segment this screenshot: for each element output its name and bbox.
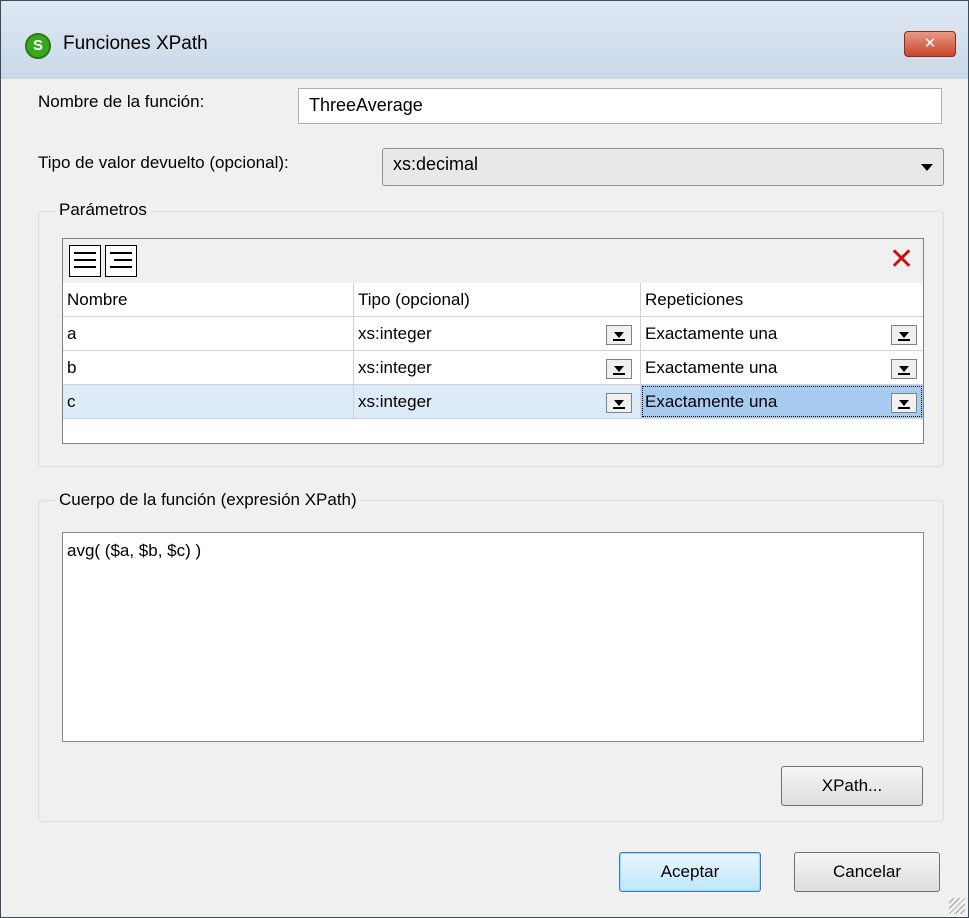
xpath-expression-textarea[interactable]: avg( ($a, $b, $c) ) (62, 532, 924, 742)
parameters-legend: Parámetros (56, 200, 150, 220)
param-type-value: xs:integer (358, 358, 432, 377)
insert-row-icon[interactable] (105, 245, 137, 277)
dropdown-arrow-icon[interactable] (891, 359, 917, 379)
grid-header: Nombre Tipo (opcional) Repeticiones (63, 283, 923, 317)
table-row-selected[interactable]: c xs:integer Exactamente una (63, 385, 923, 419)
param-repetitions-cell[interactable]: Exactamente una (641, 317, 923, 350)
column-header-type: Tipo (opcional) (354, 283, 641, 316)
return-type-value: xs:decimal (393, 154, 479, 174)
function-name-input[interactable]: ThreeAverage (298, 88, 942, 124)
dropdown-arrow-icon[interactable] (606, 393, 632, 413)
ok-button[interactable]: Aceptar (619, 852, 761, 892)
param-repetitions-cell[interactable]: Exactamente una (641, 385, 923, 418)
xpath-builder-button[interactable]: XPath... (781, 766, 923, 806)
table-row[interactable]: a xs:integer Exactamente una (63, 317, 923, 351)
param-type-cell[interactable]: xs:integer (354, 351, 641, 384)
param-name-cell[interactable]: c (63, 385, 354, 418)
param-name-cell[interactable]: b (63, 351, 354, 384)
function-name-label: Nombre de la función: (38, 92, 205, 111)
cancel-button[interactable]: Cancelar (794, 852, 940, 892)
column-header-name: Nombre (63, 283, 354, 316)
param-name-cell[interactable]: a (63, 317, 354, 350)
column-header-repetitions: Repeticiones (645, 290, 744, 309)
return-type-label: Tipo de valor devuelto (opcional): (38, 153, 289, 172)
grid-toolbar: ✕ (63, 239, 923, 284)
param-repetitions-value: Exactamente una (645, 358, 778, 377)
chevron-down-icon (921, 164, 933, 171)
delete-row-icon[interactable]: ✕ (889, 243, 914, 277)
append-row-icon[interactable] (69, 245, 101, 277)
dropdown-arrow-icon[interactable] (891, 325, 917, 345)
param-type-value: xs:integer (358, 392, 432, 411)
dropdown-arrow-icon[interactable] (891, 393, 917, 413)
param-type-cell[interactable]: xs:integer (354, 385, 641, 418)
return-type-select[interactable]: xs:decimal (382, 148, 944, 186)
title-bar[interactable]: S Funciones XPath ✕ (1, 1, 968, 79)
param-repetitions-value: Exactamente una (645, 392, 778, 411)
app-logo-icon: S (25, 33, 51, 59)
param-repetitions-cell[interactable]: Exactamente una (641, 351, 923, 384)
param-repetitions-value: Exactamente una (645, 324, 778, 343)
resize-grip-icon[interactable] (949, 898, 965, 914)
table-row[interactable]: b xs:integer Exactamente una (63, 351, 923, 385)
window-title: Funciones XPath (63, 33, 208, 54)
dropdown-arrow-icon[interactable] (606, 325, 632, 345)
param-type-value: xs:integer (358, 324, 432, 343)
dropdown-arrow-icon[interactable] (606, 359, 632, 379)
close-button[interactable]: ✕ (904, 31, 956, 57)
function-body-legend: Cuerpo de la función (expresión XPath) (56, 490, 360, 510)
param-type-cell[interactable]: xs:integer (354, 317, 641, 350)
parameters-grid: ✕ Nombre Tipo (opcional) Repeticiones a … (62, 238, 924, 444)
